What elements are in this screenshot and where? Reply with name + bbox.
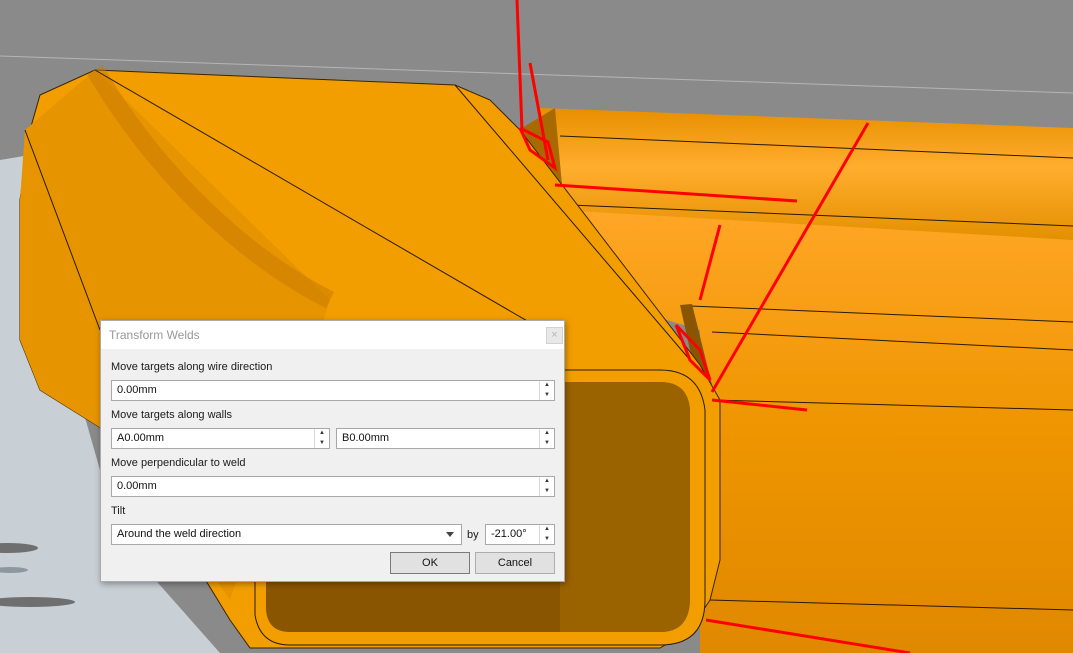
perpendicular-value: 0.00mm (117, 480, 157, 492)
spin-down-icon[interactable]: ▼ (540, 439, 554, 448)
close-icon: × (551, 329, 558, 341)
walls-label: Move targets along walls (111, 409, 233, 421)
wall-a-spinner[interactable]: ▲ ▼ (314, 429, 329, 448)
spin-up-icon[interactable]: ▲ (315, 429, 329, 438)
spin-down-icon[interactable]: ▼ (540, 535, 554, 544)
spin-up-icon[interactable]: ▲ (540, 381, 554, 390)
tube-opening-inner-wall (560, 382, 690, 632)
wire-direction-spinner[interactable]: ▲ ▼ (539, 381, 554, 400)
wall-b-value: B0.00mm (342, 432, 390, 444)
dialog-title: Transform Welds (109, 328, 200, 342)
tilt-by-label: by (467, 529, 479, 541)
ok-button[interactable]: OK (390, 552, 470, 574)
tilt-label: Tilt (111, 505, 126, 517)
transform-welds-dialog: Transform Welds × Move targets along wir… (100, 320, 565, 582)
cancel-button[interactable]: Cancel (475, 552, 555, 574)
spin-up-icon[interactable]: ▲ (540, 525, 554, 534)
perpendicular-label: Move perpendicular to weld (111, 457, 246, 469)
spin-down-icon[interactable]: ▼ (540, 391, 554, 400)
perpendicular-spinner[interactable]: ▲ ▼ (539, 477, 554, 496)
chevron-down-icon (446, 532, 454, 537)
wall-b-spinner[interactable]: ▲ ▼ (539, 429, 554, 448)
spin-down-icon[interactable]: ▼ (540, 487, 554, 496)
tilt-mode-value: Around the weld direction (117, 528, 242, 540)
wall-a-input[interactable]: A0.00mm ▲ ▼ (111, 428, 330, 449)
spin-up-icon[interactable]: ▲ (540, 477, 554, 486)
tilt-angle-value: -21.00° (491, 528, 527, 540)
wire-direction-value: 0.00mm (117, 384, 157, 396)
perpendicular-input[interactable]: 0.00mm ▲ ▼ (111, 476, 555, 497)
tilt-angle-spinner[interactable]: ▲ ▼ (539, 525, 554, 544)
close-button[interactable]: × (546, 327, 563, 344)
spin-down-icon[interactable]: ▼ (315, 439, 329, 448)
tilt-mode-select[interactable]: Around the weld direction (111, 524, 462, 545)
wire-direction-label: Move targets along wire direction (111, 361, 273, 373)
dialog-titlebar[interactable]: Transform Welds × (101, 321, 564, 349)
wall-b-input[interactable]: B0.00mm ▲ ▼ (336, 428, 555, 449)
wall-a-value: A0.00mm (117, 432, 165, 444)
tilt-angle-input[interactable]: -21.00° ▲ ▼ (485, 524, 555, 545)
wire-direction-input[interactable]: 0.00mm ▲ ▼ (111, 380, 555, 401)
spin-up-icon[interactable]: ▲ (540, 429, 554, 438)
